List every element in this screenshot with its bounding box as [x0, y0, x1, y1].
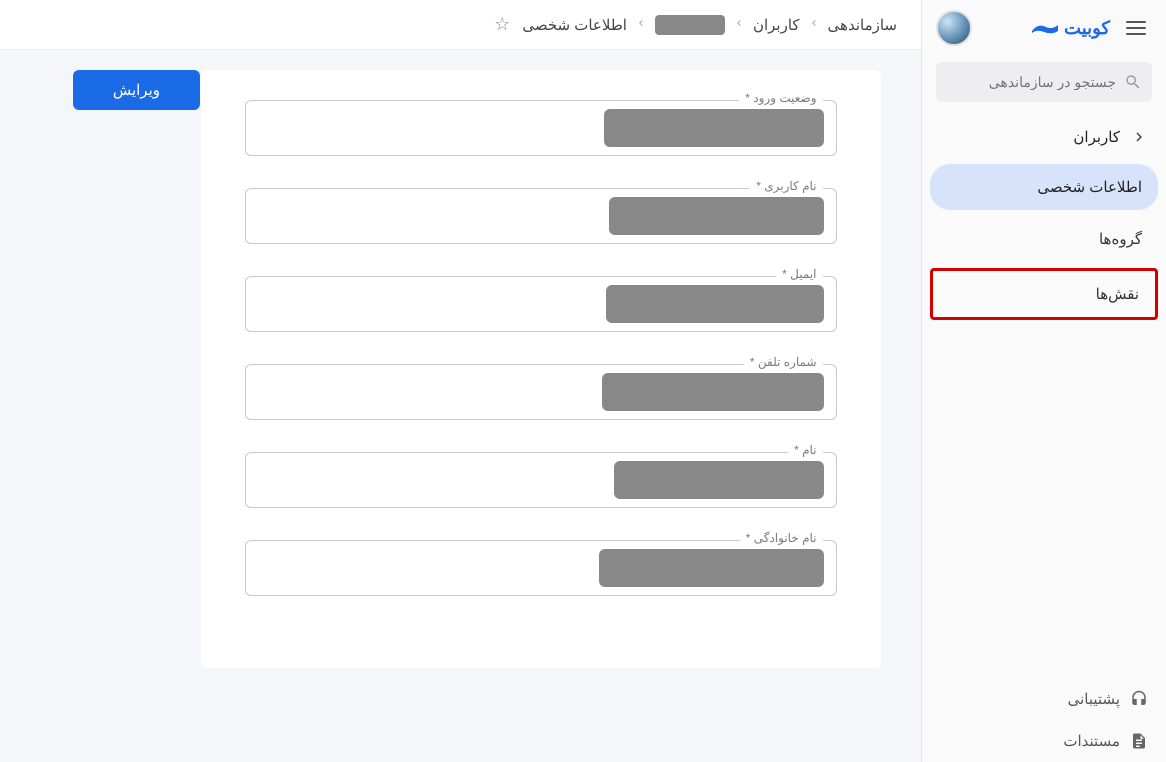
- field-phone: شماره تلفن *: [245, 364, 837, 420]
- nav-label: گروه‌ها: [1099, 231, 1142, 248]
- menu-icon[interactable]: [1120, 15, 1152, 41]
- redacted-value: [602, 373, 824, 411]
- field-label: شماره تلفن *: [744, 355, 823, 369]
- breadcrumb: سازماندهی کاربران اطلاعات شخصی ☆: [494, 14, 897, 35]
- arrow-right-icon: [1130, 128, 1148, 146]
- field-label: ایمیل *: [776, 267, 822, 281]
- brand[interactable]: کوبیت: [982, 18, 1110, 39]
- chevron-left-icon: [733, 16, 745, 33]
- field-label: نام کاربری *: [750, 179, 822, 193]
- crumb-personal: اطلاعات شخصی: [522, 16, 627, 34]
- nav-personal-info[interactable]: اطلاعات شخصی: [930, 164, 1158, 210]
- document-icon: [1130, 732, 1148, 750]
- crumb-users[interactable]: کاربران: [753, 16, 800, 34]
- content: وضعیت ورود * نام کاربری *: [0, 50, 921, 762]
- avatar[interactable]: [936, 10, 972, 46]
- edit-button[interactable]: ویرایش: [73, 70, 200, 110]
- field-username: نام کاربری *: [245, 188, 837, 244]
- footer-docs[interactable]: مستندات: [922, 720, 1166, 762]
- field-login-status: وضعیت ورود *: [245, 100, 837, 156]
- nav-roles[interactable]: نقش‌ها: [930, 268, 1158, 320]
- redacted-value: [614, 461, 824, 499]
- field-label: نام *: [788, 443, 822, 457]
- field-lastname: نام خانوادگی *: [245, 540, 837, 596]
- redacted-value: [599, 549, 824, 587]
- footer-label: مستندات: [1063, 732, 1120, 750]
- topbar: سازماندهی کاربران اطلاعات شخصی ☆: [0, 0, 921, 50]
- chevron-left-icon: [808, 16, 820, 33]
- headset-icon: [1130, 690, 1148, 708]
- field-box[interactable]: [245, 276, 837, 332]
- chevron-left-icon: [635, 16, 647, 33]
- search-input[interactable]: [946, 74, 1124, 90]
- field-label: نام خانوادگی *: [740, 531, 823, 545]
- field-firstname: نام *: [245, 452, 837, 508]
- field-email: ایمیل *: [245, 276, 837, 332]
- nav-group: اطلاعات شخصی گروه‌ها نقش‌ها: [922, 164, 1166, 326]
- redacted-value: [606, 285, 824, 323]
- back-users[interactable]: کاربران: [922, 116, 1166, 158]
- nav-groups[interactable]: گروه‌ها: [930, 216, 1158, 262]
- field-box[interactable]: [245, 188, 837, 244]
- field-label: وضعیت ورود *: [739, 91, 822, 105]
- sidebar: کوبیت کاربران اطلاعات شخصی گروه‌ها نقش‌ه…: [921, 0, 1166, 762]
- footer-label: پشتیبانی: [1068, 690, 1120, 708]
- field-box[interactable]: [245, 100, 837, 156]
- star-icon[interactable]: ☆: [494, 14, 510, 35]
- brand-logo-icon: [1032, 21, 1058, 35]
- brand-name: کوبیت: [1064, 18, 1110, 39]
- crumb-user-redacted[interactable]: [655, 15, 725, 35]
- main: سازماندهی کاربران اطلاعات شخصی ☆: [0, 0, 921, 762]
- search-icon: [1124, 73, 1142, 91]
- field-box[interactable]: [245, 452, 837, 508]
- sidebar-header: کوبیت: [922, 0, 1166, 56]
- nav-label: اطلاعات شخصی: [1037, 179, 1142, 196]
- nav-label: نقش‌ها: [1096, 286, 1139, 303]
- field-box[interactable]: [245, 364, 837, 420]
- back-label: کاربران: [1073, 128, 1120, 146]
- field-box[interactable]: [245, 540, 837, 596]
- search-box[interactable]: [936, 62, 1152, 102]
- crumb-org[interactable]: سازماندهی: [828, 16, 897, 34]
- footer-support[interactable]: پشتیبانی: [922, 678, 1166, 720]
- form-card: وضعیت ورود * نام کاربری *: [201, 70, 881, 668]
- redacted-value: [604, 109, 824, 147]
- redacted-value: [609, 197, 824, 235]
